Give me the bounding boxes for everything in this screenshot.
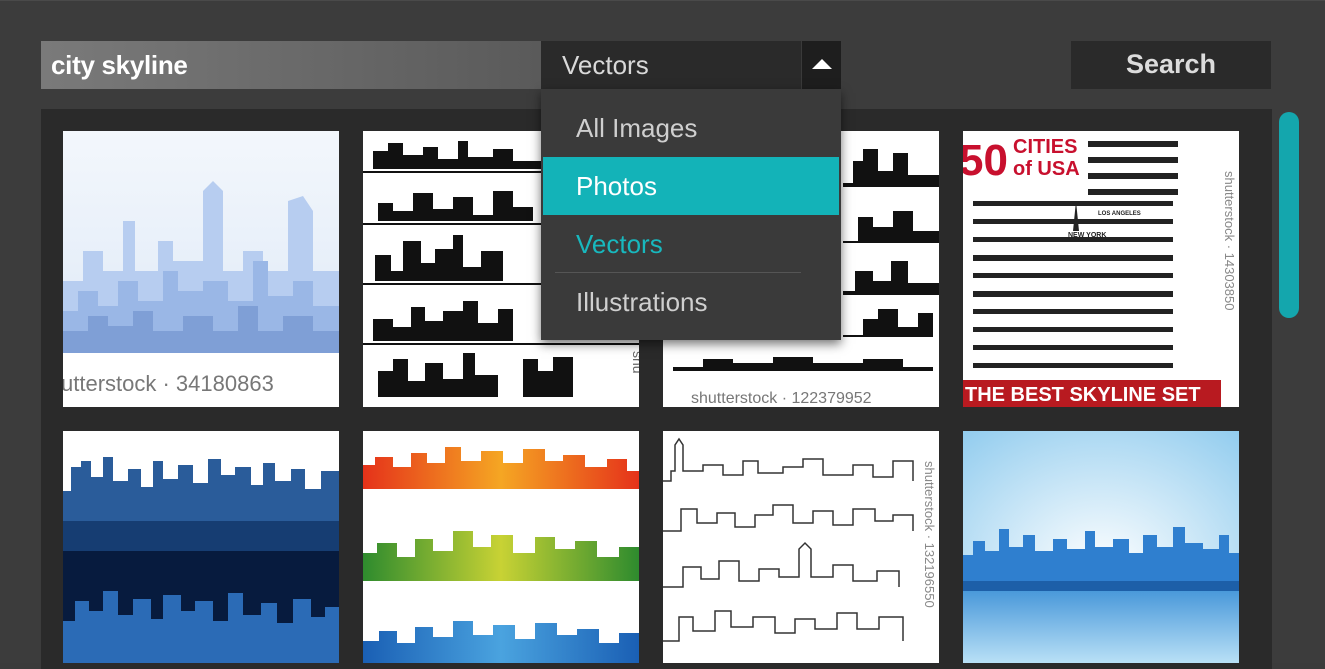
result-thumbnail[interactable] xyxy=(963,431,1239,663)
watermark: shutterstock · 132196550 xyxy=(922,461,937,608)
watermark: shutterstock · 122379952 xyxy=(691,390,872,407)
dropdown-item-illustrations[interactable]: Illustrations xyxy=(543,273,839,331)
dropdown-item-photos[interactable]: Photos xyxy=(543,157,839,215)
thumbnail-image: 50 CITIES of USA LOS ANGELES NEW YORK TH… xyxy=(963,131,1239,407)
search-button[interactable]: Search xyxy=(1071,41,1271,89)
result-thumbnail[interactable]: utterstock · 34180863 xyxy=(63,131,339,407)
city-label: LOS ANGELES xyxy=(1098,211,1141,217)
thumbnail-image xyxy=(63,431,339,663)
banner-text: THE BEST SKYLINE SET xyxy=(965,384,1201,406)
watermark: shutterstock · 14303850 xyxy=(1222,171,1237,310)
result-thumbnail[interactable]: 50 CITIES of USA LOS ANGELES NEW YORK TH… xyxy=(963,131,1239,407)
city-label: NEW YORK xyxy=(1068,232,1106,239)
image-type-dropdown: All Images Photos Vectors Illustrations xyxy=(541,89,841,340)
image-type-select-value: Vectors xyxy=(562,50,649,80)
thumbnail-image: utterstock · 34180863 xyxy=(63,131,339,407)
title-line-1: CITIES xyxy=(1013,136,1077,158)
title-line-2: of USA xyxy=(1013,158,1080,180)
title-number: 50 xyxy=(963,136,1008,185)
result-thumbnail[interactable] xyxy=(363,431,639,663)
image-type-select[interactable]: Vectors xyxy=(541,41,841,89)
thumbnail-image: shutterstock · 132196550 xyxy=(663,431,939,663)
watermark: utterstock · 34180863 xyxy=(63,371,274,396)
dropdown-item-all-images[interactable]: All Images xyxy=(543,99,839,157)
result-thumbnail[interactable] xyxy=(63,431,339,663)
result-thumbnail[interactable]: shutterstock · 132196550 xyxy=(663,431,939,663)
dropdown-item-vectors[interactable]: Vectors xyxy=(543,215,839,273)
thumbnail-image xyxy=(363,431,639,663)
scrollbar-thumb[interactable] xyxy=(1279,112,1299,318)
triangle-up-icon xyxy=(812,59,832,69)
thumbnail-image xyxy=(963,431,1239,663)
search-input[interactable]: city skyline xyxy=(41,41,541,89)
watermark: shu xyxy=(630,351,639,374)
select-toggle-button[interactable] xyxy=(801,41,841,89)
